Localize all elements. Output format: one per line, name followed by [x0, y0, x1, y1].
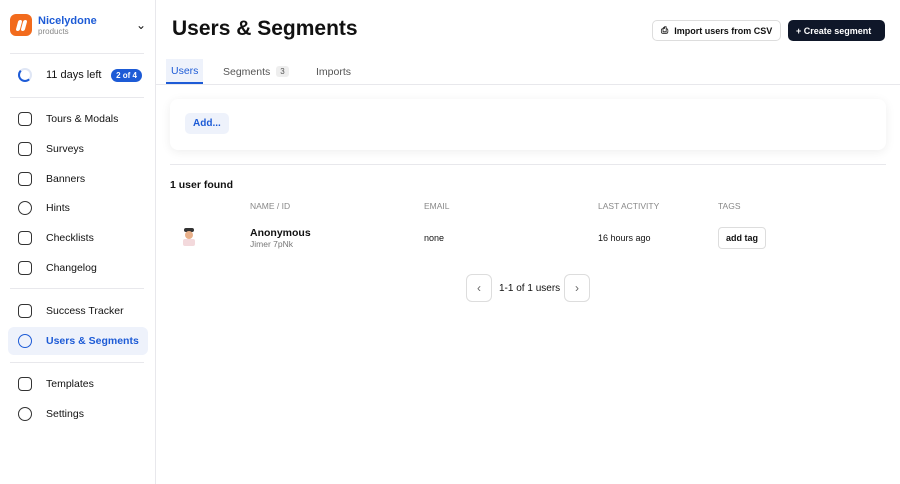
- progress-ring-icon: [18, 68, 32, 82]
- nav-label: Success Tracker: [46, 305, 124, 317]
- nav-hints[interactable]: Hints: [8, 194, 148, 222]
- user-last-activity: 16 hours ago: [598, 233, 651, 243]
- gear-icon: [18, 407, 32, 421]
- nav-label: Hints: [46, 202, 70, 214]
- brand-sub: products: [38, 26, 69, 36]
- pagination-text: 1-1 of 1 users: [499, 283, 561, 294]
- brand-logo: [10, 14, 32, 36]
- add-tag-button[interactable]: add tag: [718, 227, 767, 249]
- workspace-switcher[interactable]: Nicelydone products: [10, 14, 97, 36]
- col-email: EMAIL: [424, 201, 450, 211]
- filter-panel: Add...: [170, 99, 886, 150]
- tab-label: Segments: [223, 65, 271, 78]
- results-count: 1 user found: [170, 179, 234, 191]
- nav-label: Banners: [46, 173, 86, 185]
- nav-templates[interactable]: Templates: [8, 370, 148, 398]
- avatar: [180, 227, 198, 247]
- nav-label: Checklists: [46, 232, 94, 244]
- nav-checklists[interactable]: Checklists: [8, 224, 148, 252]
- user-id: Jimer 7pNk: [250, 239, 293, 249]
- route-icon: [18, 112, 32, 126]
- checklist-icon: [18, 231, 32, 245]
- nav-changelog[interactable]: Changelog: [8, 254, 148, 282]
- divider: [10, 97, 144, 98]
- nav-label: Settings: [46, 408, 84, 420]
- nav-banners[interactable]: Banners: [8, 165, 148, 193]
- import-csv-button[interactable]: ⎙ Import users from CSV: [652, 20, 782, 41]
- trial-status[interactable]: 11 days left 2 of 4: [18, 68, 142, 82]
- sidebar: Nicelydone products ⌄ 11 days left 2 of …: [0, 0, 156, 484]
- nav-tours[interactable]: Tours & Modals: [8, 105, 148, 133]
- survey-icon: [18, 142, 32, 156]
- nav-surveys[interactable]: Surveys: [8, 135, 148, 163]
- nav-label: Templates: [46, 378, 94, 390]
- import-label: Import users from CSV: [674, 25, 773, 36]
- divider: [10, 53, 144, 54]
- divider: [170, 164, 886, 165]
- trial-text: 11 days left: [46, 69, 102, 81]
- add-filter-button[interactable]: Add...: [185, 113, 229, 134]
- divider: [10, 362, 144, 363]
- col-tags: TAGS: [718, 201, 741, 211]
- create-segment-button[interactable]: + Create segment: [788, 20, 885, 41]
- col-last-activity: LAST ACTIVITY: [598, 201, 660, 211]
- brand-name: Nicelydone: [38, 14, 97, 27]
- nav-label: Tours & Modals: [46, 113, 119, 125]
- nav-users-segments[interactable]: Users & Segments: [8, 327, 148, 355]
- segments-count: 3: [276, 66, 289, 77]
- trial-badge: 2 of 4: [111, 68, 142, 82]
- changelog-icon: [18, 261, 32, 275]
- template-icon: [18, 377, 32, 391]
- nav-label: Changelog: [46, 262, 97, 274]
- nav-settings[interactable]: Settings: [8, 400, 148, 428]
- chart-icon: [18, 304, 32, 318]
- tab-imports[interactable]: Imports: [311, 59, 356, 84]
- tabs: Users Segments 3 Imports: [156, 59, 900, 85]
- hint-icon: [18, 201, 32, 215]
- next-page-button[interactable]: ›: [564, 274, 590, 302]
- tab-users[interactable]: Users: [166, 59, 204, 84]
- prev-page-button[interactable]: ‹: [466, 274, 492, 302]
- banner-icon: [18, 172, 32, 186]
- divider: [10, 288, 144, 289]
- nav-label: Surveys: [46, 143, 84, 155]
- users-icon: [18, 334, 32, 348]
- nav-success-tracker[interactable]: Success Tracker: [8, 297, 148, 325]
- user-name[interactable]: Anonymous: [250, 227, 311, 239]
- chevron-down-icon[interactable]: ⌄: [136, 18, 146, 32]
- page-title: Users & Segments: [172, 17, 358, 40]
- nav-label: Users & Segments: [46, 335, 139, 347]
- tab-segments[interactable]: Segments 3: [218, 59, 294, 84]
- col-name: NAME / ID: [250, 201, 291, 211]
- import-icon: ⎙: [661, 25, 669, 35]
- user-email: none: [424, 233, 445, 243]
